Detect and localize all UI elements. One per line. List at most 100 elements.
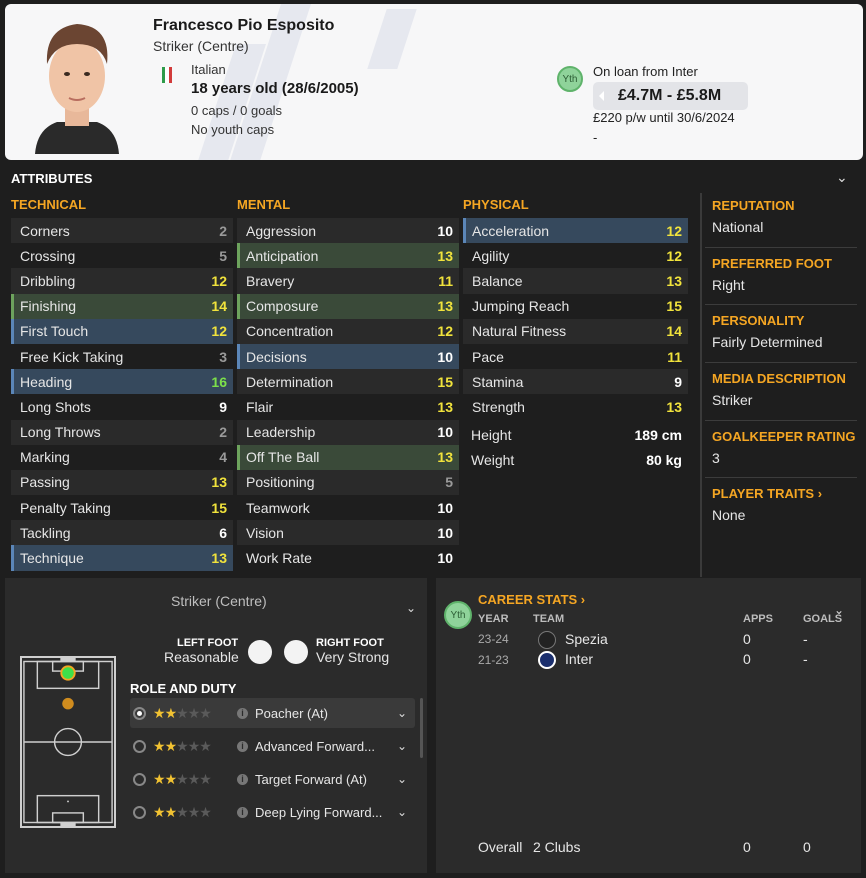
attribute-row[interactable]: Acceleration 12 xyxy=(463,218,688,244)
attribute-value: 14 xyxy=(666,323,682,340)
role-rating-stars: ★★★★★ xyxy=(153,737,212,754)
media-description-value: Striker xyxy=(712,392,753,408)
attribute-row[interactable]: Long Throws 2 xyxy=(11,419,233,445)
attribute-row[interactable]: Teamwork 10 xyxy=(237,495,459,520)
attribute-row[interactable]: Flair 13 xyxy=(237,394,459,419)
player-caps: 0 caps / 0 goals xyxy=(191,103,283,118)
preferred-foot-value: Right xyxy=(712,277,745,293)
attribute-row[interactable]: Finishing 14 xyxy=(11,293,233,319)
chevron-down-icon[interactable]: ⌄ xyxy=(836,169,848,185)
goalkeeper-rating-block: GOALKEEPER RATING 3 xyxy=(712,429,862,466)
attribute-value: 12 xyxy=(211,323,227,340)
attribute-value: 13 xyxy=(211,550,227,567)
attribute-value: 14 xyxy=(211,298,227,315)
attribute-name: Decisions xyxy=(246,348,307,365)
attribute-row[interactable]: Aggression 10 xyxy=(237,218,459,244)
attribute-row[interactable]: Work Rate 10 xyxy=(237,545,459,570)
attribute-row[interactable]: Free Kick Taking 3 xyxy=(11,344,233,369)
role-name: Advanced Forward... xyxy=(255,738,375,754)
chevron-down-icon[interactable]: ⌄ xyxy=(397,772,415,786)
attribute-name: Vision xyxy=(246,524,284,541)
attribute-name: Finishing xyxy=(20,298,77,315)
chevron-down-icon[interactable]: ⌄ xyxy=(397,706,415,720)
role-list-scrollbar[interactable] xyxy=(420,698,423,758)
attribute-row[interactable]: Natural Fitness 14 xyxy=(463,318,688,344)
attribute-row[interactable]: Leadership 10 xyxy=(237,419,459,445)
attribute-row[interactable]: Penalty Taking 15 xyxy=(11,495,233,520)
role-row[interactable]: ★★★★★ i Target Forward (At) ⌄ xyxy=(130,764,415,794)
media-description-block: MEDIA DESCRIPTION Striker xyxy=(712,371,862,408)
technical-attribute-list: Corners 2 Crossing 5 Dribbling 12 Finishing 14 F… xyxy=(11,218,233,571)
chevron-down-icon[interactable]: ⌄ xyxy=(397,739,415,753)
attribute-row[interactable]: Stamina 9 xyxy=(463,369,688,395)
role-row[interactable]: ★★★★★ i Advanced Forward... ⌄ xyxy=(130,731,415,761)
attribute-value: 13 xyxy=(437,298,453,315)
attribute-row[interactable]: Passing 13 xyxy=(11,469,233,496)
attribute-value: 10 xyxy=(437,550,453,567)
chevron-down-icon[interactable]: ⌄ xyxy=(397,805,415,819)
attribute-row[interactable]: Vision 10 xyxy=(237,520,459,546)
role-radio[interactable] xyxy=(133,772,146,786)
transfer-value-box[interactable]: £4.7M - £5.8M xyxy=(593,82,748,110)
career-overall-label: Overall xyxy=(478,839,523,855)
attribute-name: Bravery xyxy=(246,272,295,289)
attribute-row[interactable]: First Touch 12 xyxy=(11,318,233,345)
attribute-row[interactable]: Technique 13 xyxy=(11,545,233,571)
attribute-value: 10 xyxy=(437,222,453,239)
attribute-row[interactable]: Anticipation 13 xyxy=(237,243,459,269)
career-head-team: TEAM xyxy=(533,613,565,625)
attribute-row[interactable]: Concentration 12 xyxy=(237,318,459,344)
attribute-row[interactable]: Tackling 6 xyxy=(11,520,233,546)
attribute-row[interactable]: Agility 12 xyxy=(463,243,688,268)
attribute-row[interactable]: Bravery 11 xyxy=(237,268,459,294)
player-traits-link[interactable]: PLAYER TRAITS › xyxy=(712,486,862,501)
role-rating-stars: ★★★★★ xyxy=(153,770,212,787)
attribute-row[interactable]: Jumping Reach 15 xyxy=(463,294,688,319)
role-row[interactable]: ★★★★★ i Poacher (At) ⌄ xyxy=(130,698,415,728)
career-head-apps: APPS xyxy=(743,613,773,625)
career-head-goals: GOALS xyxy=(803,613,843,625)
role-name: Poacher (At) xyxy=(255,705,328,721)
attribute-row[interactable]: Strength 13 xyxy=(463,394,688,419)
attribute-row[interactable]: Pace 11 xyxy=(463,344,688,369)
career-stats-link[interactable]: CAREER STATS › xyxy=(478,592,585,607)
info-icon[interactable]: i xyxy=(237,707,248,719)
attribute-row[interactable]: Composure 13 xyxy=(237,293,459,319)
position-select[interactable]: Striker (Centre) xyxy=(171,593,267,609)
attribute-row[interactable]: Long Shots 9 xyxy=(11,394,233,419)
inter-crest-icon xyxy=(538,651,556,669)
loan-status[interactable]: On loan from Inter xyxy=(593,64,698,79)
info-icon[interactable]: i xyxy=(237,773,248,785)
attribute-row[interactable]: Positioning 5 xyxy=(237,469,459,496)
attribute-value: 15 xyxy=(211,499,227,516)
attribute-row[interactable]: Dribbling 12 xyxy=(11,268,233,294)
career-row-team[interactable]: Spezia xyxy=(565,631,608,647)
attribute-row[interactable]: Balance 13 xyxy=(463,268,688,294)
attribute-row[interactable]: Crossing 5 xyxy=(11,243,233,268)
role-radio[interactable] xyxy=(133,805,146,819)
weight-value: 80 kg xyxy=(646,451,682,468)
weight-row: Weight 80 kg xyxy=(462,447,688,472)
attribute-name: Teamwork xyxy=(246,499,310,516)
attribute-value: 10 xyxy=(437,424,453,441)
attribute-row[interactable]: Marking 4 xyxy=(11,445,233,470)
info-icon[interactable]: i xyxy=(237,806,248,818)
career-row-team[interactable]: Inter xyxy=(565,651,593,667)
player-age: 18 years old (28/6/2005) xyxy=(191,80,359,97)
role-radio[interactable] xyxy=(133,706,146,720)
attribute-row[interactable]: Determination 15 xyxy=(237,369,459,395)
role-radio[interactable] xyxy=(133,739,146,753)
career-head-year: YEAR xyxy=(478,613,509,625)
attribute-name: Strength xyxy=(472,398,525,415)
attribute-row[interactable]: Heading 16 xyxy=(11,369,233,395)
attribute-value: 9 xyxy=(674,373,682,390)
info-icon[interactable]: i xyxy=(237,740,248,752)
chevron-down-icon[interactable]: ⌄ xyxy=(406,601,416,615)
attribute-value: 12 xyxy=(437,323,453,340)
attribute-value: 13 xyxy=(666,398,682,415)
attribute-row[interactable]: Corners 2 xyxy=(11,218,233,244)
attribute-row[interactable]: Decisions 10 xyxy=(237,343,459,370)
left-foot-label: LEFT FOOT xyxy=(177,637,239,649)
role-row[interactable]: ★★★★★ i Deep Lying Forward... ⌄ xyxy=(130,797,415,827)
attribute-row[interactable]: Off The Ball 13 xyxy=(237,444,459,471)
